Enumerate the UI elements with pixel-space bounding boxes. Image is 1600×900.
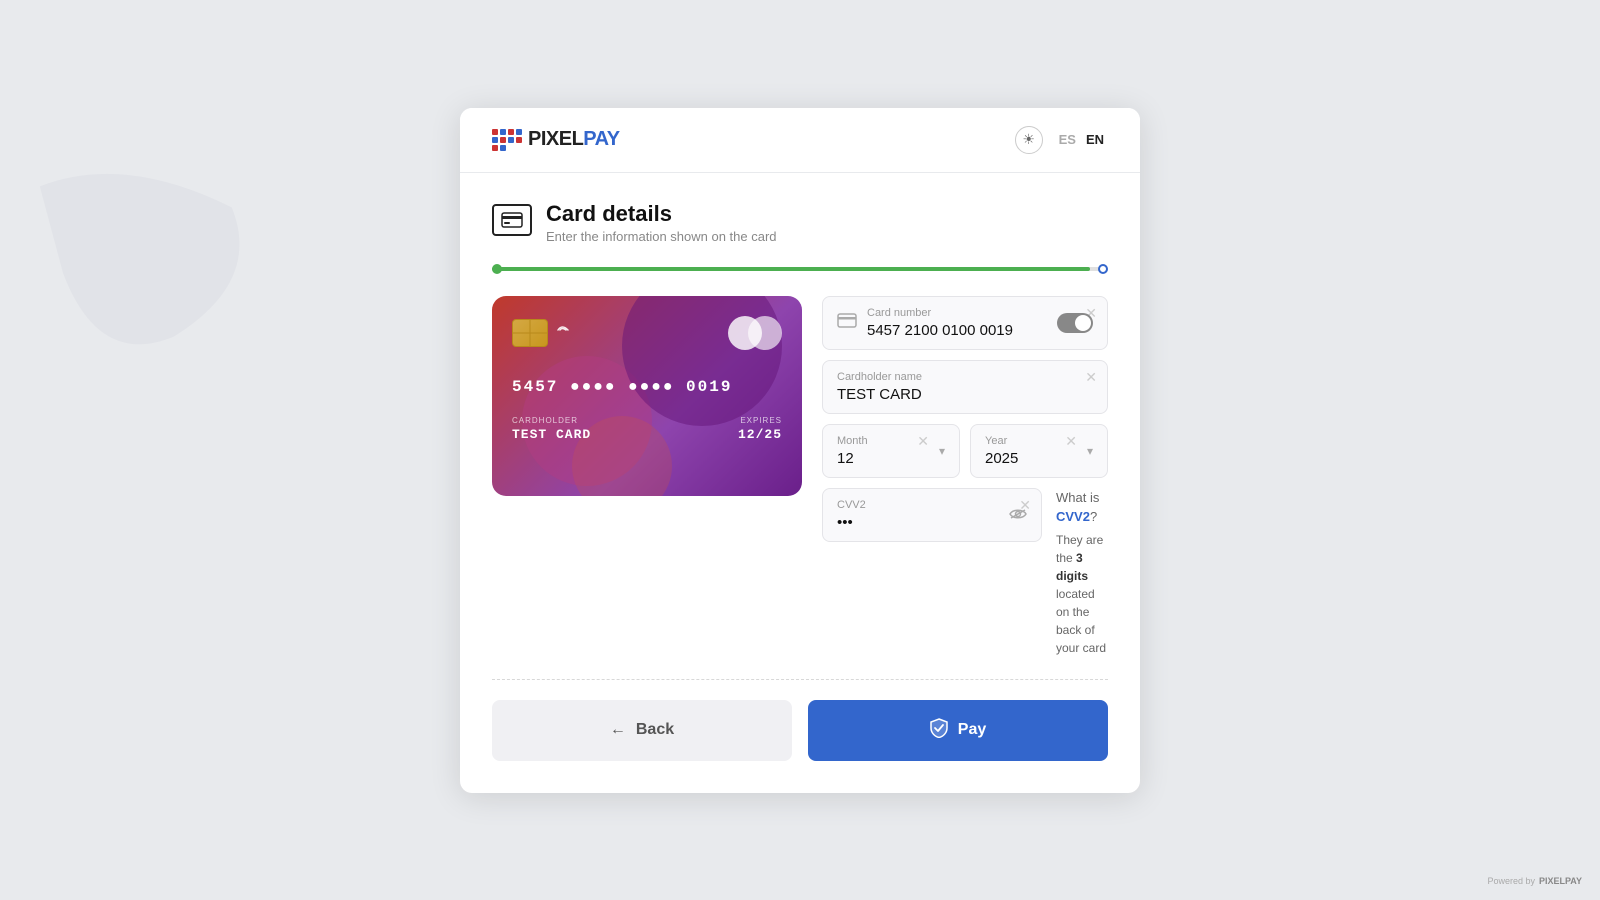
pay-shield-icon — [930, 718, 948, 743]
mc-circle-right — [748, 316, 782, 350]
lang-controls: ☀ ES EN — [1015, 126, 1108, 154]
language-switcher: ES EN — [1055, 130, 1108, 149]
month-chevron-icon: ▾ — [939, 444, 945, 458]
cvv-hint-prefix: What is — [1056, 490, 1099, 505]
cvv-hint-body: They are the 3 digits located on the bac… — [1056, 531, 1108, 657]
card-number-value: 5457 2100 0100 0019 — [867, 322, 1047, 339]
theme-toggle-button[interactable]: ☀ — [1015, 126, 1043, 154]
year-chevron-icon: ▾ — [1087, 444, 1093, 458]
logo: PIXELPAY — [492, 128, 620, 151]
cvv-field[interactable]: ✕ CVV2 ••• — [822, 488, 1042, 542]
month-asterisk: ✕ — [917, 433, 929, 450]
logo-pay: PAY — [583, 128, 619, 150]
card-icon — [837, 313, 857, 333]
progress-end-dot — [1098, 264, 1108, 274]
brand-text: PIXELPAY — [1539, 876, 1582, 886]
mastercard-logo — [728, 316, 782, 350]
chip-icon — [512, 319, 548, 347]
pay-button[interactable]: Pay — [808, 700, 1108, 761]
content-row: 5457 ●●●● ●●●● 0019 CARDHOLDER TEST CARD… — [492, 296, 1108, 657]
year-asterisk: ✕ — [1065, 433, 1077, 450]
cardholder-value: TEST CARD — [512, 427, 591, 442]
modal-header: PIXELPAY ☀ ES EN — [460, 108, 1140, 173]
card-number-field[interactable]: ✕ Card number 5457 2100 0100 0019 — [822, 296, 1108, 350]
modal-body: Card details Enter the information shown… — [460, 173, 1140, 793]
powered-by-text: Powered by — [1487, 876, 1535, 886]
cardholder-name-label: Cardholder name — [837, 371, 1093, 383]
cvv-inner: CVV2 ••• — [837, 499, 1009, 531]
pay-label: Pay — [958, 721, 986, 739]
progress-fill — [492, 267, 1090, 271]
cvv-hint: What is CVV2? They are the 3 digits loca… — [1056, 488, 1108, 657]
expires-section: EXPIRES 12/25 — [738, 416, 782, 442]
cardholder-name-field[interactable]: ✕ Cardholder name TEST CARD — [822, 360, 1108, 414]
card-details-icon — [492, 204, 532, 236]
card-number-content: Card number 5457 2100 0100 0019 — [867, 307, 1047, 339]
month-field[interactable]: ✕ Month 12 ▾ — [822, 424, 960, 478]
cvv-hint-body-suffix: located on the back of your card — [1056, 587, 1106, 655]
credit-card-visual: 5457 ●●●● ●●●● 0019 CARDHOLDER TEST CARD… — [492, 296, 802, 496]
chip-area — [512, 319, 572, 347]
back-arrow-icon: ← — [610, 721, 626, 739]
logo-grid-icon — [492, 129, 522, 151]
year-value: 2025 — [985, 450, 1079, 467]
lang-es-button[interactable]: ES — [1055, 130, 1080, 149]
progress-start-dot — [492, 264, 502, 274]
cvv-value: ••• — [837, 514, 1009, 531]
form-fields: ✕ Card number 5457 2100 0100 0019 — [822, 296, 1108, 657]
logo-text: PIXELPAY — [528, 128, 620, 151]
card-number-display: 5457 ●●●● ●●●● 0019 — [512, 378, 782, 396]
lang-en-button[interactable]: EN — [1082, 130, 1108, 149]
cardholder-asterisk: ✕ — [1085, 369, 1097, 386]
card-top — [512, 316, 782, 350]
cardholder-label: CARDHOLDER — [512, 416, 591, 425]
cvv-hint-title: What is CVV2? — [1056, 488, 1108, 527]
toggle-knob — [1075, 315, 1091, 331]
card-number-label: Card number — [867, 307, 1047, 319]
expires-label: EXPIRES — [738, 416, 782, 425]
expiry-row: ✕ Month 12 ▾ ✕ Year 2025 ▾ — [822, 424, 1108, 478]
section-title: Card details — [546, 201, 777, 227]
cardholder-section: CARDHOLDER TEST CARD — [512, 416, 591, 442]
section-title-block: Card details Enter the information shown… — [546, 201, 777, 244]
card-number-toggle[interactable] — [1057, 313, 1093, 333]
card-number-field-inner: Card number 5457 2100 0100 0019 — [837, 307, 1093, 339]
cvv-row: ✕ CVV2 ••• — [822, 488, 1108, 657]
logo-pixel: PIXEL — [528, 128, 583, 150]
cardholder-name-value: TEST CARD — [837, 386, 1093, 403]
expires-value: 12/25 — [738, 427, 782, 442]
progress-bar — [492, 264, 1108, 274]
button-row: ← Back Pay — [492, 700, 1108, 761]
back-label: Back — [636, 721, 674, 739]
payment-modal: PIXELPAY ☀ ES EN Card details Ente — [460, 108, 1140, 793]
cvv-hint-suffix: ? — [1090, 509, 1097, 524]
section-subtitle: Enter the information shown on the card — [546, 229, 777, 244]
contactless-icon — [554, 321, 572, 344]
year-field[interactable]: ✕ Year 2025 ▾ — [970, 424, 1108, 478]
cvv-label: CVV2 — [837, 499, 1009, 511]
section-divider — [492, 679, 1108, 680]
back-button[interactable]: ← Back — [492, 700, 792, 761]
cvv-hint-highlight: CVV2 — [1056, 509, 1090, 524]
month-value: 12 — [837, 450, 931, 467]
section-title-row: Card details Enter the information shown… — [492, 201, 1108, 244]
cvv-asterisk: ✕ — [1019, 497, 1031, 514]
card-bottom: CARDHOLDER TEST CARD EXPIRES 12/25 — [512, 416, 782, 442]
bottom-branding: Powered by PIXELPAY — [1487, 876, 1582, 886]
